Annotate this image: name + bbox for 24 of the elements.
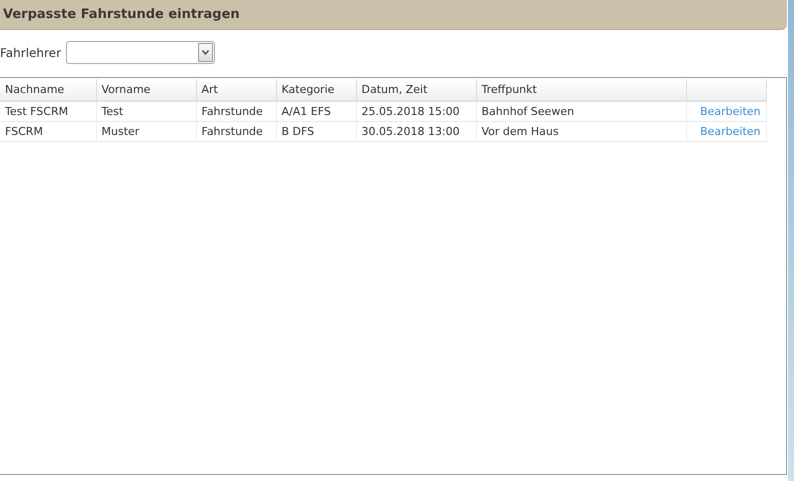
column-header[interactable]: Art: [196, 79, 276, 101]
table-cell: FSCRM: [0, 122, 96, 142]
table-cell: Fahrstunde: [196, 122, 276, 142]
table-cell: A/A1 EFS: [276, 101, 356, 122]
table-cell: Bahnhof Seewen: [476, 101, 686, 122]
column-header[interactable]: Vorname: [96, 79, 196, 101]
page-title: Verpasste Fahrstunde eintragen: [0, 0, 787, 30]
caret-icon: [202, 50, 210, 55]
column-header[interactable]: Kategorie: [276, 79, 356, 101]
instructor-dropdown[interactable]: [66, 41, 216, 64]
table-cell: 25.05.2018 15:00: [356, 101, 476, 122]
table-cell: Test: [96, 101, 196, 122]
edit-link[interactable]: Bearbeiten: [686, 122, 766, 142]
column-header[interactable]: Treffpunkt: [476, 79, 686, 101]
table-cell: 30.05.2018 13:00: [356, 122, 476, 142]
table-cell: Vor dem Haus: [476, 122, 686, 142]
column-header[interactable]: Datum, Zeit: [356, 79, 476, 101]
table-cell: B DFS: [276, 122, 356, 142]
table-cell: Muster: [96, 122, 196, 142]
field-label: Fahrlehrer: [0, 46, 62, 60]
edit-link[interactable]: Bearbeiten: [686, 101, 766, 122]
table-cell: Test FSCRM: [0, 101, 96, 122]
table-cell: Fahrstunde: [196, 101, 276, 122]
column-header[interactable]: Nachname: [0, 79, 96, 101]
